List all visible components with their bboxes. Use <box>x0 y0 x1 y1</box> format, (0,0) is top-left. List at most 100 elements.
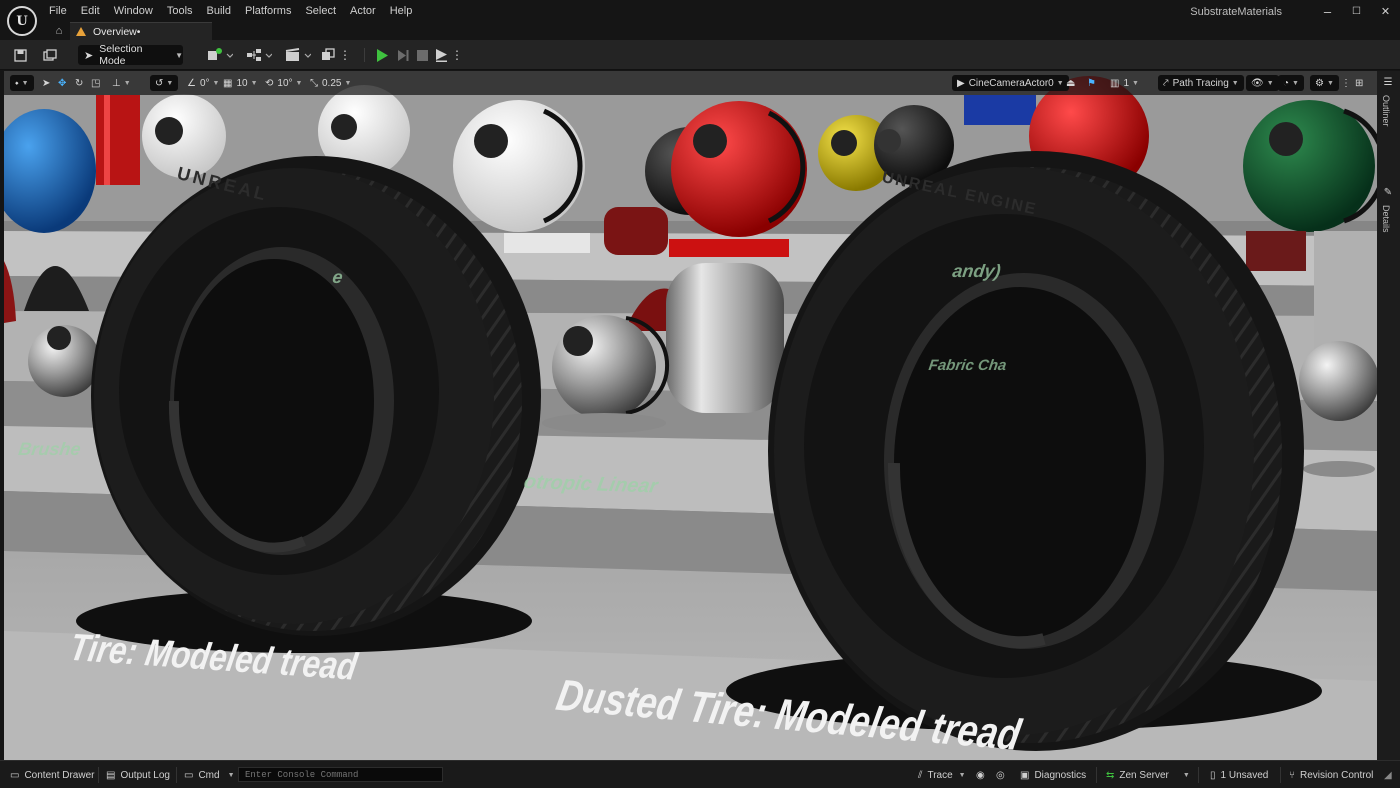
scale-snap-icon: ⤡ <box>310 77 318 89</box>
unreal-logo-icon[interactable]: U <box>7 6 37 36</box>
menu-tools[interactable]: Tools <box>160 0 200 22</box>
status-separator <box>98 767 99 783</box>
content-drawer-button[interactable]: ▭ Content Drawer <box>10 768 94 782</box>
record-icon[interactable]: ◉ <box>976 768 985 782</box>
diagnostics-button[interactable]: ▣ Diagnostics <box>1020 768 1086 782</box>
details-icon[interactable]: ✎ <box>1382 187 1394 199</box>
trace-dropdown[interactable]: ⫽ Trace ▼ <box>918 768 966 782</box>
toolbar-separator <box>364 48 365 62</box>
status-separator <box>1280 767 1281 783</box>
main-menu: File Edit Window Tools Build Platforms S… <box>42 0 419 22</box>
eject-play-icon[interactable] <box>433 47 449 63</box>
settings-dropdown[interactable]: ⚙ ▼ <box>1310 75 1339 91</box>
log-icon: ▤ <box>106 769 116 781</box>
angle-snap-value[interactable]: ⟲ 10° ▼ <box>265 75 302 91</box>
rotate-snap-value[interactable]: ∠ 0° ▼ <box>187 75 219 91</box>
level-icon <box>76 27 86 36</box>
drawer-icon: ▭ <box>10 769 20 781</box>
selection-mode-label: Selection Mode <box>99 43 143 67</box>
zen-server-icon: ⇆ <box>1106 769 1115 781</box>
label-brushed: Brushe <box>17 439 83 459</box>
menu-edit[interactable]: Edit <box>74 0 107 22</box>
pilot-icon[interactable]: ⚑ <box>1087 75 1096 91</box>
layout-icon: ▥ <box>1110 77 1120 89</box>
camera-dropdown[interactable]: ▶ CineCameraActor0 ▼ <box>952 75 1069 91</box>
label-candy: andy) <box>951 261 1003 281</box>
main-toolbar: ➤ Selection Mode ▼ ⋮ ⋮ <box>0 40 1400 70</box>
tab-bar: ⌂ Overview• <box>0 22 1400 40</box>
cinematics-icon[interactable] <box>284 47 312 63</box>
surface-snap-icon[interactable]: ⊥ ▼ <box>112 75 131 91</box>
rotate-snap-toggle[interactable]: ↺ ▼ <box>150 75 179 91</box>
transform-icon: ⬩ <box>15 77 19 89</box>
chevron-down-icon: ▼ <box>958 771 966 779</box>
chevron-down-icon: ▼ <box>175 50 183 60</box>
window-controls: – ☐ ✕ <box>1313 0 1400 22</box>
outliner-tab[interactable]: Outliner <box>1381 95 1391 127</box>
selection-mode-dropdown[interactable]: ➤ Selection Mode ▼ <box>78 43 183 67</box>
layout-dropdown[interactable]: ▥ 1 ▼ <box>1110 75 1139 91</box>
status-separator <box>176 767 177 783</box>
eject-icon[interactable]: ⏏ <box>1066 75 1075 91</box>
play-options-icon[interactable]: ⋮ <box>451 47 463 63</box>
path-tracing-icon: ⤤ <box>1163 77 1169 89</box>
viewport-options-button[interactable]: ⬩ ▼ <box>10 75 34 91</box>
scale-tool-icon[interactable]: ◳ <box>91 75 100 91</box>
gear-icon: ⚙ <box>1315 77 1324 89</box>
resize-grip-icon[interactable]: ◢ <box>1384 768 1392 782</box>
revision-control-button[interactable]: ⑂ Revision Control <box>1289 768 1373 782</box>
show-dropdown[interactable]: 👁 ▼ <box>1246 75 1279 91</box>
select-tool-icon[interactable]: ➤ <box>42 75 50 91</box>
menu-select[interactable]: Select <box>298 0 343 22</box>
stop-icon[interactable] <box>414 47 430 63</box>
minimize-button[interactable]: – <box>1313 0 1342 22</box>
cursor-icon: ➤ <box>84 49 94 62</box>
zen-server-dropdown[interactable]: ⇆ Zen Server ▼ <box>1106 768 1190 782</box>
console-command-input[interactable] <box>238 767 443 782</box>
advance-frame-icon[interactable] <box>395 47 411 63</box>
tire-left <box>91 156 541 636</box>
menu-actor[interactable]: Actor <box>343 0 383 22</box>
terminal-icon: ▭ <box>184 769 194 781</box>
cmd-dropdown[interactable]: ▭ Cmd ▼ <box>184 768 235 782</box>
unsaved-button[interactable]: ▯ 1 Unsaved <box>1210 768 1268 782</box>
status-separator <box>1096 767 1097 783</box>
save-icon[interactable] <box>12 47 28 63</box>
scale-snap-value[interactable]: ⤡ 0.25 ▼ <box>310 75 351 91</box>
platforms-icon[interactable] <box>320 47 336 63</box>
rotate-tool-icon[interactable]: ↻ <box>75 75 83 91</box>
viewport-more-icon[interactable]: ⋮ <box>1341 75 1351 91</box>
gauge-icon: ◔ <box>1283 77 1290 89</box>
details-tab[interactable]: Details <box>1381 205 1391 233</box>
performance-dropdown[interactable]: ◔ ▼ <box>1278 75 1304 91</box>
menu-window[interactable]: Window <box>107 0 160 22</box>
maximize-viewport-icon[interactable]: ⊞ <box>1355 75 1363 91</box>
add-actor-icon[interactable] <box>206 47 234 63</box>
maximize-button[interactable]: ☐ <box>1342 0 1371 22</box>
chevron-down-icon: ▼ <box>21 79 29 87</box>
outliner-icon[interactable]: ☰ <box>1382 77 1394 89</box>
label-fabric: Fabric Cha <box>927 357 1008 374</box>
home-icon[interactable]: ⌂ <box>52 23 66 39</box>
play-button[interactable] <box>374 47 390 63</box>
status-separator <box>1198 767 1199 783</box>
view-mode-dropdown[interactable]: ⤤ Path Tracing ▼ <box>1158 75 1244 91</box>
output-log-button[interactable]: ▤ Output Log <box>106 768 170 782</box>
grid-icon: ▦ <box>223 77 233 89</box>
close-button[interactable]: ✕ <box>1371 0 1400 22</box>
menu-build[interactable]: Build <box>200 0 238 22</box>
move-tool-icon[interactable]: ✥ <box>58 75 66 91</box>
grid-snap-value[interactable]: ▦ 10 ▼ <box>223 75 258 91</box>
menu-platforms[interactable]: Platforms <box>238 0 298 22</box>
trace-icon: ⫽ <box>918 769 923 781</box>
more-options-icon[interactable]: ⋮ <box>339 47 351 63</box>
menu-help[interactable]: Help <box>383 0 420 22</box>
menu-file[interactable]: File <box>42 0 74 22</box>
content-browser-icon[interactable] <box>42 47 58 63</box>
level-viewport[interactable]: Brushe otropic Linear Fabric Cha andy) e… <box>4 71 1377 760</box>
blueprint-icon[interactable] <box>245 47 273 63</box>
angle-icon: ∠ <box>187 77 196 89</box>
screenshot-icon[interactable]: ◎ <box>996 768 1005 782</box>
tab-overview[interactable]: Overview• <box>70 22 212 40</box>
rotate-snap-icon: ↺ <box>155 77 164 89</box>
